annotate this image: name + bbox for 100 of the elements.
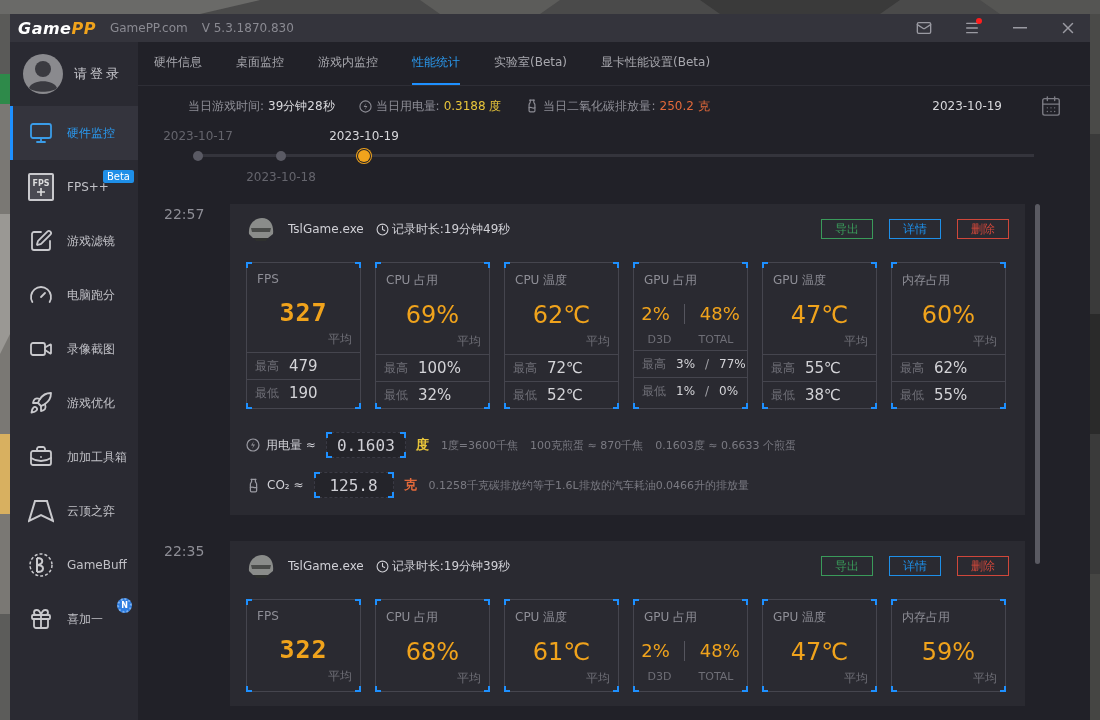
summary-label: 当日二氧化碳排放量:	[543, 97, 656, 115]
process-name: TslGame.exe	[288, 222, 364, 236]
metric-value: 60%	[921, 301, 976, 329]
duration-text: 记录时长:19分钟39秒	[391, 557, 511, 575]
sidebar-item[interactable]: 硬件监控	[10, 106, 138, 160]
sidebar-item[interactable]: 云顶之弈	[10, 484, 138, 538]
usage-label: CO₂ ≈	[267, 478, 304, 492]
metric-title: 内存占用	[901, 609, 951, 626]
action-button[interactable]: 详情	[889, 219, 941, 239]
metric-note: 平均	[328, 668, 353, 685]
duration-text: 记录时长:19分钟49秒	[391, 220, 511, 238]
stat-label: 最低	[642, 382, 666, 400]
metric-title: CPU 温度	[514, 609, 569, 626]
stat-value: 38℃	[805, 386, 841, 404]
metric-value: 48%	[699, 303, 740, 324]
conversion-note: 1度=3600千焦	[440, 437, 519, 453]
metric-note: 平均	[973, 670, 998, 687]
stat-value: 72℃	[547, 359, 583, 377]
timeline-date: 2023-10-17	[163, 128, 233, 143]
stat-value: 55℃	[805, 359, 841, 377]
metric-value: 47℃	[790, 638, 849, 666]
sidebar-item[interactable]: 加加工具箱	[10, 430, 138, 484]
metric-note: 平均	[586, 333, 611, 350]
sidebar-item[interactable]: 游戏优化	[10, 376, 138, 430]
rocket-icon	[29, 391, 53, 415]
stat-label: 最高	[255, 357, 279, 375]
sidebar-item[interactable]: FPS FPS++ Beta	[10, 160, 138, 214]
stat-label: 最高	[642, 355, 666, 373]
metric-title: GPU 占用	[643, 609, 699, 626]
stat-label: 最低	[384, 386, 408, 404]
digital-reading: 125.8	[313, 472, 394, 498]
minimize-icon	[1013, 27, 1027, 29]
metric-value: 327	[279, 298, 328, 327]
tab[interactable]: 显卡性能设置(Beta)	[601, 42, 711, 85]
timeline-dot[interactable]	[358, 150, 370, 162]
summary-value: 250.2 克	[659, 97, 710, 115]
metric-title: GPU 温度	[772, 272, 828, 289]
stat-value: 0%	[719, 384, 739, 398]
emblem-icon	[28, 552, 54, 578]
version-text: V 5.3.1870.830	[201, 21, 294, 35]
stat-value: 77%	[719, 357, 746, 371]
helmet-icon	[246, 553, 276, 579]
sidebar-item[interactable]: 游戏滤镜	[10, 214, 138, 268]
metric-value: 2%	[641, 303, 670, 324]
metric-title: CPU 占用	[385, 609, 440, 626]
stat-value: 100%	[418, 359, 461, 377]
metric-note: 平均	[973, 333, 998, 350]
tab[interactable]: 桌面监控	[236, 42, 284, 85]
app-logo: GamePP	[18, 18, 96, 38]
stat-value: 479	[289, 357, 318, 375]
login-link[interactable]: 请登录	[74, 65, 122, 83]
timeline-dot[interactable]	[193, 151, 203, 161]
conversion-note: 100克煎蛋 ≈ 870千焦	[530, 437, 644, 453]
stat-label: 最低	[255, 384, 279, 402]
metric-note: 平均	[457, 670, 482, 687]
metric-value: 61℃	[532, 638, 591, 666]
summary-label: 当日游戏时间:	[188, 97, 265, 115]
toolbox-icon	[29, 445, 53, 469]
avatar-icon[interactable]	[22, 53, 64, 95]
menu-icon	[964, 20, 980, 36]
stat-value: 190	[289, 384, 318, 402]
metric-title: CPU 温度	[514, 272, 569, 289]
metric-title: FPS	[256, 271, 280, 286]
action-button[interactable]: 导出	[821, 219, 873, 239]
metric-value: 48%	[699, 640, 740, 661]
timeline-dot[interactable]	[276, 151, 286, 161]
sidebar-item[interactable]: 电脑跑分	[10, 268, 138, 322]
metric-note: 平均	[844, 670, 869, 687]
beta-badge: Beta	[102, 170, 134, 183]
scrollbar[interactable]	[1035, 204, 1040, 564]
conversion-note: 0.1603度 ≈ 0.6633 个煎蛋	[655, 437, 796, 453]
tab[interactable]: 实验室(Beta)	[494, 42, 568, 85]
metric-title: CPU 占用	[385, 272, 440, 289]
metric-note: TOTAL	[698, 333, 734, 346]
stat-value: 32%	[418, 386, 452, 404]
lightning-icon	[358, 99, 372, 113]
tab[interactable]: 硬件信息	[154, 42, 202, 85]
unit-text: 度	[415, 436, 429, 454]
clock-icon	[375, 222, 389, 236]
tab[interactable]: 游戏内监控	[318, 42, 378, 85]
stat-value: 1%	[676, 384, 696, 398]
sidebar-item[interactable]: GameBuff	[10, 538, 138, 592]
metric-value: 59%	[921, 638, 976, 666]
metric-note: D3D	[647, 670, 672, 683]
tab[interactable]: 性能统计	[412, 42, 460, 85]
crest-icon	[28, 499, 54, 523]
sidebar-item[interactable]: 录像截图	[10, 322, 138, 376]
timeline-date: 2023-10-18	[246, 169, 316, 184]
new-badge: N	[117, 598, 132, 613]
stat-label: 最高	[384, 359, 408, 377]
digital-reading: 0.1603	[325, 432, 406, 458]
action-button[interactable]: 导出	[821, 556, 873, 576]
mail-icon	[916, 20, 932, 36]
sidebar-item[interactable]: 喜加一 N	[10, 592, 138, 646]
metric-value: 62℃	[532, 301, 591, 329]
calendar-button[interactable]	[1040, 95, 1062, 117]
separator-text: /	[705, 357, 710, 371]
metric-note: 平均	[457, 333, 482, 350]
stat-label: 最低	[513, 386, 537, 404]
action-button[interactable]: 详情	[889, 556, 941, 576]
